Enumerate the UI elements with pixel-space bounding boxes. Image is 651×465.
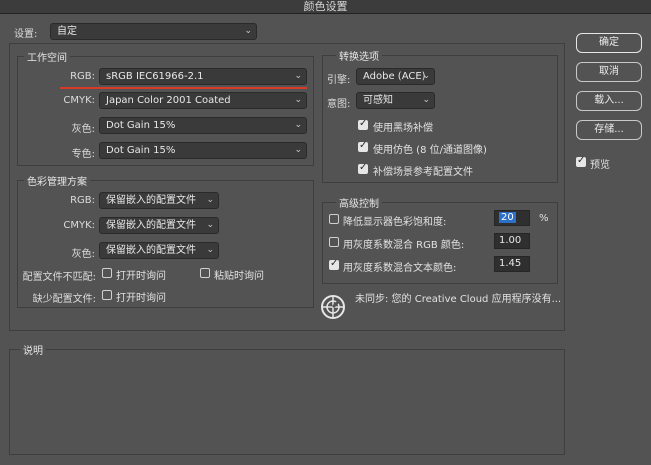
- black-point-text: 使用黑场补偿: [373, 123, 433, 134]
- policies-gray-label: 灰色:: [71, 249, 95, 260]
- chevron-down-icon: ⌄: [206, 195, 214, 205]
- settings-value: 自定: [57, 26, 77, 37]
- workspace-gray-value: Dot Gain 15%: [106, 120, 176, 131]
- blend-rgb-input[interactable]: 1.00: [494, 233, 530, 249]
- blend-rgb-checkbox[interactable]: [329, 237, 339, 247]
- blend-text-input[interactable]: 1.45: [494, 256, 530, 272]
- workspace-title: 工作空间: [24, 49, 70, 64]
- description-title: 说明: [20, 342, 46, 357]
- policies-cmyk-label: CMYK:: [63, 220, 95, 231]
- scene-ref-text: 补偿场景参考配置文件: [373, 167, 473, 178]
- chevron-down-icon: ⌄: [206, 220, 214, 230]
- chevron-down-icon: ⌄: [422, 95, 430, 105]
- chevron-down-icon: ⌄: [244, 26, 252, 36]
- workspace-rgb-dropdown[interactable]: sRGB IEC61966-2.1 ⌄: [99, 68, 307, 85]
- workspace-spot-dropdown[interactable]: Dot Gain 15% ⌄: [99, 142, 307, 159]
- policies-rgb-value: 保留嵌入的配置文件: [106, 195, 196, 206]
- workspace-rgb-label: RGB:: [70, 71, 95, 82]
- blend-text-text: 用灰度系数混合文本颜色:: [343, 263, 457, 274]
- chevron-down-icon: ⌄: [294, 71, 302, 81]
- dither-text: 使用仿色 (8 位/通道图像): [373, 145, 487, 156]
- workspace-cmyk-label: CMYK:: [63, 95, 95, 106]
- desaturate-input[interactable]: 20: [494, 210, 530, 226]
- load-button[interactable]: 载入...: [576, 91, 642, 111]
- scene-ref-checkbox[interactable]: [358, 162, 368, 174]
- sync-status-icon: [321, 295, 345, 319]
- policies-rgb-dropdown[interactable]: 保留嵌入的配置文件 ⌄: [99, 192, 219, 209]
- workspace-gray-label: 灰色:: [71, 124, 95, 135]
- mismatch-paste-checkbox[interactable]: [200, 268, 210, 278]
- settings-dropdown[interactable]: 自定 ⌄: [50, 23, 257, 40]
- blend-rgb-text: 用灰度系数混合 RGB 颜色:: [343, 240, 465, 251]
- preview-text: 预览: [590, 160, 610, 171]
- workspace-spot-label: 专色:: [71, 149, 95, 160]
- chevron-down-icon: ⌄: [294, 145, 302, 155]
- missing-label: 缺少配置文件:: [32, 294, 96, 305]
- settings-label: 设置:: [14, 29, 38, 40]
- chevron-down-icon: ⌄: [294, 95, 302, 105]
- window-title: 颜色设置: [303, 0, 348, 13]
- chevron-down-icon: ⌄: [294, 120, 302, 130]
- policies-cmyk-value: 保留嵌入的配置文件: [106, 220, 196, 231]
- policies-gray-value: 保留嵌入的配置文件: [106, 245, 196, 256]
- chevron-down-icon: ⌄: [206, 245, 214, 255]
- description-box: [9, 349, 565, 455]
- mismatch-open-checkbox[interactable]: [102, 268, 112, 278]
- desaturate-unit: %: [539, 213, 549, 224]
- intent-dropdown[interactable]: 可感知 ⌄: [356, 92, 435, 109]
- mismatch-paste-text: 粘贴时询问: [214, 271, 264, 282]
- mismatch-label: 配置文件不匹配:: [22, 272, 96, 283]
- dither-checkbox[interactable]: [358, 140, 368, 152]
- ok-button[interactable]: 确定: [576, 33, 642, 53]
- engine-dropdown[interactable]: Adobe (ACE) ⌄: [356, 68, 435, 85]
- chevron-down-icon: ⌄: [422, 71, 430, 81]
- save-button[interactable]: 存储...: [576, 120, 642, 140]
- desaturate-checkbox[interactable]: [329, 214, 339, 224]
- annotation-underline: [60, 87, 307, 89]
- mismatch-open-text: 打开时询问: [116, 271, 166, 282]
- cancel-button[interactable]: 取消: [576, 62, 642, 82]
- missing-open-text: 打开时询问: [116, 293, 166, 304]
- black-point-checkbox[interactable]: [358, 118, 368, 130]
- missing-open-checkbox[interactable]: [102, 290, 112, 300]
- desaturate-value: 20: [499, 212, 516, 223]
- workspace-cmyk-dropdown[interactable]: Japan Color 2001 Coated ⌄: [99, 92, 307, 109]
- policies-cmyk-dropdown[interactable]: 保留嵌入的配置文件 ⌄: [99, 217, 219, 234]
- intent-value: 可感知: [363, 95, 393, 106]
- sync-text: 未同步: 您的 Creative Cloud 应用程序没有...: [355, 294, 562, 305]
- intent-label: 意图:: [327, 99, 351, 110]
- workspace-spot-value: Dot Gain 15%: [106, 145, 176, 156]
- engine-label: 引擎:: [327, 75, 351, 86]
- workspace-gray-dropdown[interactable]: Dot Gain 15% ⌄: [99, 117, 307, 134]
- engine-value: Adobe (ACE): [363, 71, 426, 82]
- conversion-title: 转换选项: [336, 48, 382, 63]
- workspace-cmyk-value: Japan Color 2001 Coated: [106, 95, 231, 106]
- policies-rgb-label: RGB:: [70, 195, 95, 206]
- desaturate-text: 降低显示器色彩饱和度:: [343, 217, 447, 228]
- advanced-title: 高级控制: [336, 195, 382, 210]
- policies-title: 色彩管理方案: [24, 173, 90, 188]
- title-bar: 颜色设置: [0, 0, 651, 14]
- blend-text-checkbox[interactable]: [329, 258, 339, 270]
- workspace-rgb-value: sRGB IEC61966-2.1: [106, 71, 204, 82]
- preview-checkbox[interactable]: [576, 155, 586, 167]
- policies-gray-dropdown[interactable]: 保留嵌入的配置文件 ⌄: [99, 242, 219, 259]
